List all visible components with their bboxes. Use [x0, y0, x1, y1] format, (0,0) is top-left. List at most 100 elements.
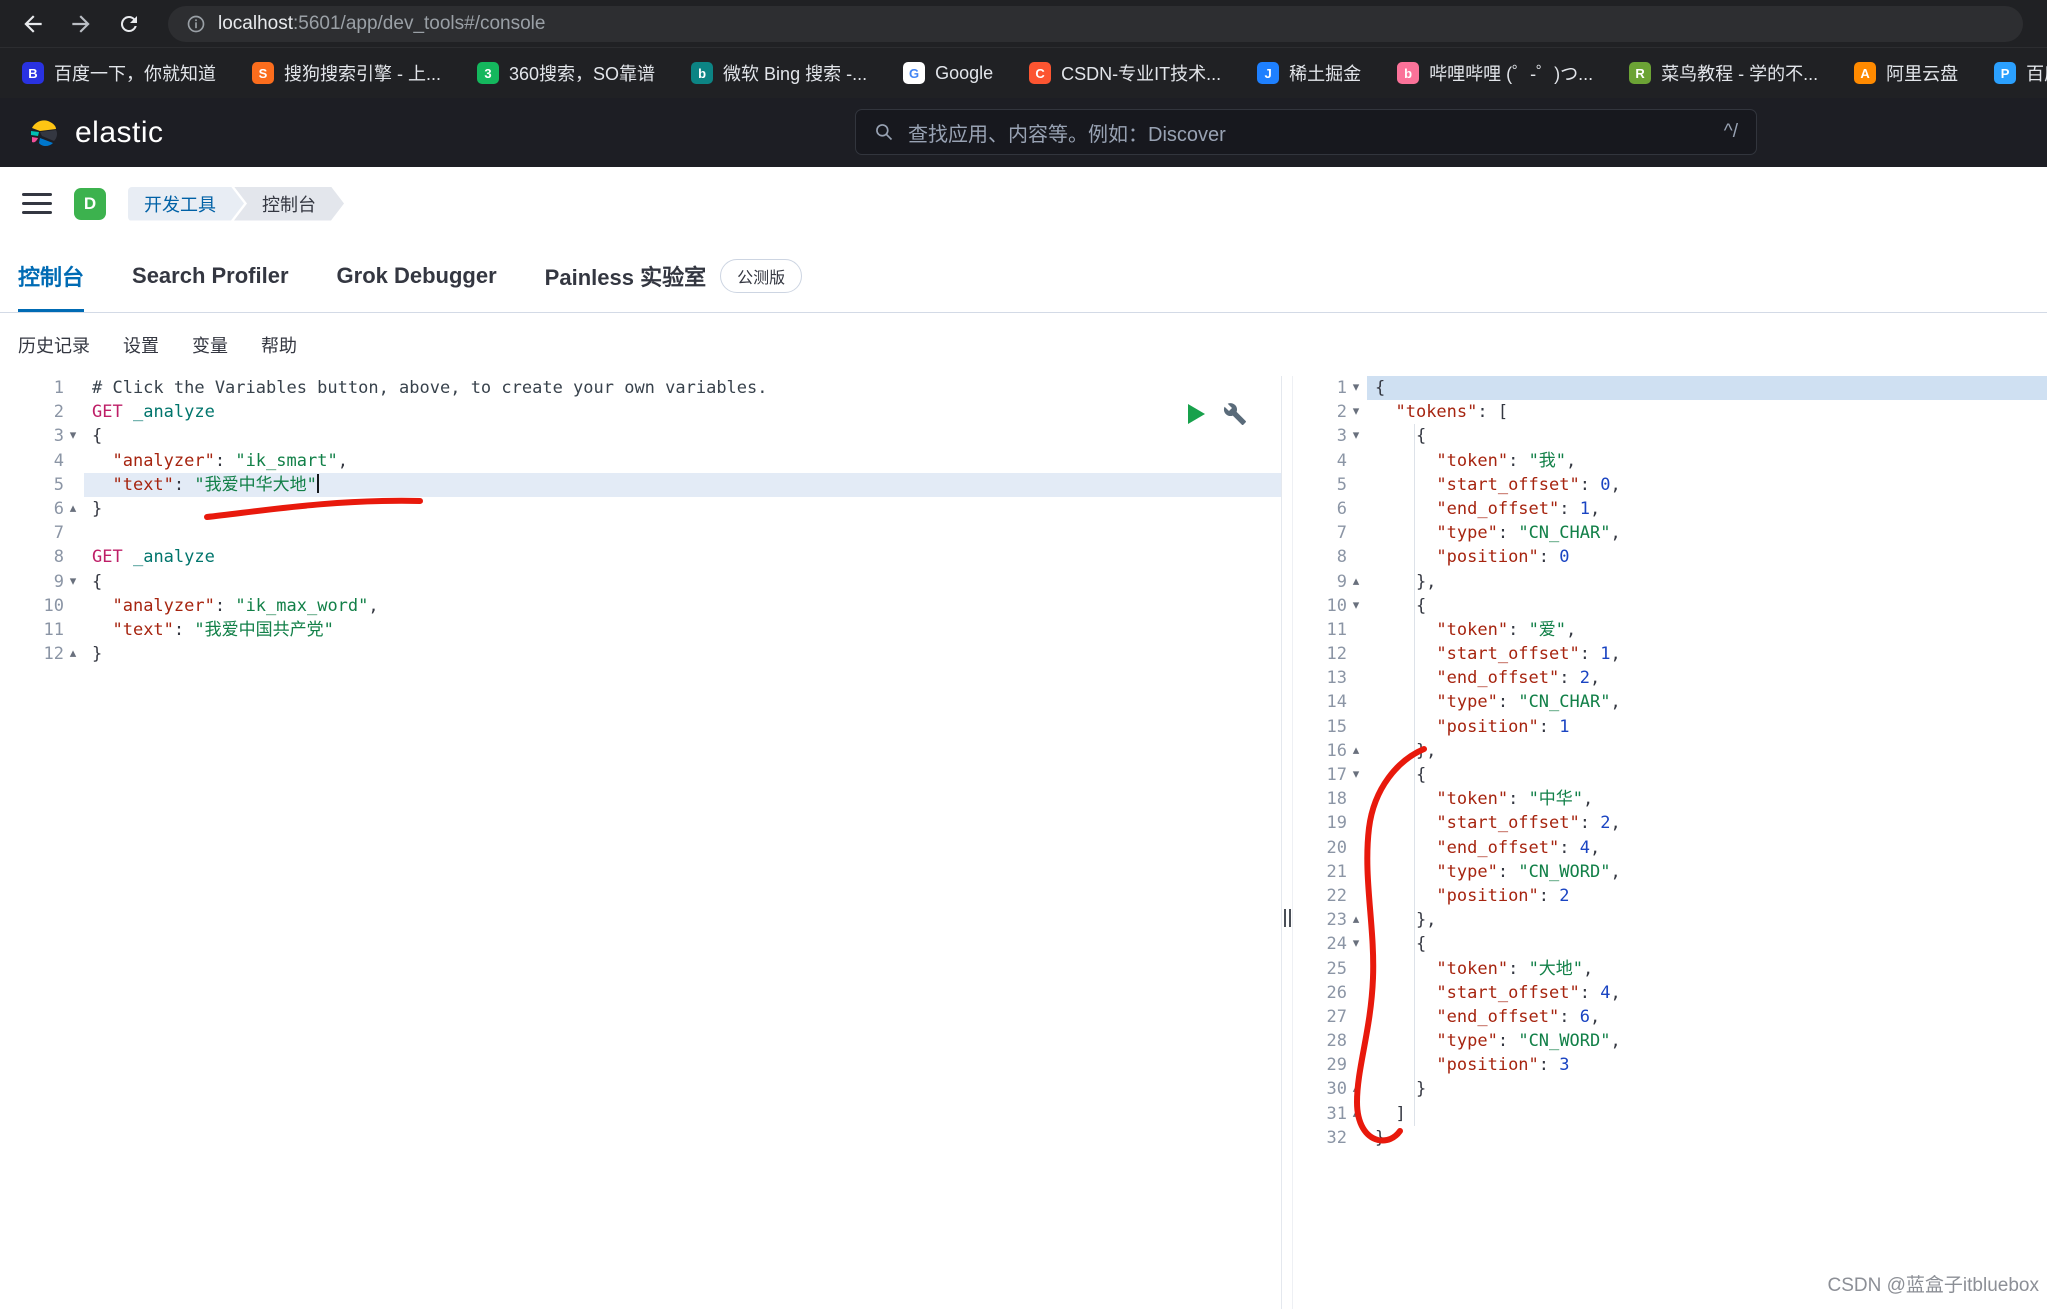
code-text[interactable]: # Click the Variables button, above, to …	[84, 376, 1281, 400]
toolbar-help[interactable]: 帮助	[261, 332, 297, 358]
tab-painless-lab[interactable]: Painless 实验室公测版	[545, 240, 802, 312]
code-line[interactable]: 9▾{	[0, 570, 1281, 594]
gutter: 13	[1293, 666, 1367, 690]
space-badge[interactable]: D	[74, 188, 106, 220]
fold-toggle-icon[interactable]: ▴	[1347, 908, 1365, 932]
bookmark-item[interactable]: b微软 Bing 搜索 -...	[691, 60, 867, 86]
toolbar-history[interactable]: 历史记录	[18, 332, 90, 358]
code-text[interactable]: "analyzer": "ik_smart",	[84, 449, 1281, 473]
fold-toggle-icon[interactable]: ▾	[1347, 424, 1365, 448]
code-text[interactable]: "text": "我爱中华大地"	[84, 473, 1281, 497]
gutter: 8	[0, 545, 84, 569]
play-icon	[1188, 404, 1205, 424]
tab-search-profiler[interactable]: Search Profiler	[132, 240, 289, 312]
code-text[interactable]: GET _analyze	[84, 545, 1281, 569]
fold-toggle-icon[interactable]: ▾	[1347, 763, 1365, 787]
code-line[interactable]: 12▴}	[0, 642, 1281, 666]
breadcrumb-item[interactable]: 开发工具	[128, 187, 244, 221]
code-line[interactable]: 10 "analyzer": "ik_max_word",	[0, 594, 1281, 618]
forward-button[interactable]	[62, 5, 100, 43]
gutter: 29	[1293, 1053, 1367, 1077]
beta-badge: 公测版	[720, 259, 802, 293]
code-text: {	[1367, 763, 2047, 787]
code-text[interactable]: {	[84, 424, 1281, 448]
breadcrumb: 开发工具控制台	[128, 187, 344, 221]
fold-toggle-icon[interactable]: ▾	[1347, 400, 1365, 424]
fold-toggle-icon[interactable]: ▴	[1347, 1102, 1365, 1126]
breadcrumb-item[interactable]: 控制台	[234, 187, 344, 221]
line-number: 23	[1293, 908, 1347, 932]
fold-toggle-icon[interactable]: ▾	[64, 424, 82, 448]
panel-resizer[interactable]	[1281, 376, 1293, 1309]
fold-toggle-icon[interactable]: ▾	[64, 570, 82, 594]
tab-label: Grok Debugger	[337, 263, 497, 289]
code-text[interactable]: }	[84, 497, 1281, 521]
code-line: 31▴ ]	[1293, 1102, 2047, 1126]
address-bar[interactable]: localhost:5601/app/dev_tools#/console	[168, 6, 2023, 42]
tab-grok-debugger[interactable]: Grok Debugger	[337, 240, 497, 312]
fold-toggle-icon[interactable]: ▴	[64, 497, 82, 521]
line-number: 18	[1293, 787, 1347, 811]
fold-toggle-icon[interactable]: ▴	[64, 642, 82, 666]
fold-toggle-icon[interactable]: ▴	[1347, 570, 1365, 594]
bookmark-item[interactable]: GGoogle	[903, 62, 993, 84]
tab-console[interactable]: 控制台	[18, 240, 84, 312]
code-text: "position": 3	[1367, 1053, 2047, 1077]
code-line[interactable]: 6▴}	[0, 497, 1281, 521]
fold-toggle-icon[interactable]: ▴	[1347, 1077, 1365, 1101]
code-text[interactable]: GET _analyze	[84, 400, 1281, 424]
bookmark-item[interactable]: B百度一下，你就知道	[22, 60, 216, 86]
code-line[interactable]: 7	[0, 521, 1281, 545]
line-number: 31	[1293, 1102, 1347, 1126]
toolbar-settings[interactable]: 设置	[123, 332, 159, 358]
bookmark-item[interactable]: P百度网盘	[1994, 60, 2047, 86]
fold-toggle-icon[interactable]: ▾	[1347, 932, 1365, 956]
code-line[interactable]: 3▾{	[0, 424, 1281, 448]
code-line[interactable]: 4 "analyzer": "ik_smart",	[0, 449, 1281, 473]
line-number: 21	[1293, 860, 1347, 884]
gutter: 15	[1293, 715, 1367, 739]
request-editor-panel[interactable]: 1# Click the Variables button, above, to…	[0, 376, 1281, 1309]
reload-button[interactable]	[110, 5, 148, 43]
bookmark-item[interactable]: R菜鸟教程 - 学的不...	[1629, 60, 1818, 86]
global-search-input[interactable]: 查找应用、内容等。例如：Discover ^/	[855, 109, 1757, 155]
gutter: 9▾	[0, 570, 84, 594]
code-text[interactable]	[84, 521, 1281, 545]
bookmark-item[interactable]: CCSDN-专业IT技术...	[1029, 60, 1221, 86]
code-text[interactable]: "text": "我爱中国共产党"	[84, 618, 1281, 642]
console-toolbar: 历史记录 设置 变量 帮助	[0, 313, 2047, 376]
gutter: 20	[1293, 836, 1367, 860]
bookmarks-bar: B百度一下，你就知道 S搜狗搜索引擎 - 上... 3360搜索，SO靠谱 b微软 B…	[0, 47, 2047, 98]
code-line[interactable]: 8GET _analyze	[0, 545, 1281, 569]
code-text: {	[1367, 594, 2047, 618]
bookmark-item[interactable]: J稀土掘金	[1257, 60, 1361, 86]
toolbar-variables[interactable]: 变量	[192, 332, 228, 358]
menu-hamburger-icon[interactable]	[22, 193, 52, 214]
line-number: 3	[0, 424, 64, 448]
gutter: 6	[1293, 497, 1367, 521]
code-text: "end_offset": 6,	[1367, 1005, 2047, 1029]
code-line[interactable]: 1# Click the Variables button, above, to…	[0, 376, 1281, 400]
code-line[interactable]: 11 "text": "我爱中国共产党"	[0, 618, 1281, 642]
bookmark-item[interactable]: A阿里云盘	[1854, 60, 1958, 86]
elastic-brand[interactable]: elastic	[26, 115, 164, 151]
code-line: 6 "end_offset": 1,	[1293, 497, 2047, 521]
code-line[interactable]: 2GET _analyze	[0, 400, 1281, 424]
line-number: 7	[0, 521, 64, 545]
fold-toggle-icon[interactable]: ▾	[1347, 594, 1365, 618]
code-text: {	[1367, 424, 2047, 448]
wrench-icon[interactable]	[1223, 402, 1247, 426]
fold-toggle-icon[interactable]: ▾	[1347, 376, 1365, 400]
search-shortcut-hint: ^/	[1724, 121, 1738, 143]
fold-toggle-icon[interactable]: ▴	[1347, 739, 1365, 763]
code-text[interactable]: {	[84, 570, 1281, 594]
code-text[interactable]: "analyzer": "ik_max_word",	[84, 594, 1281, 618]
back-button[interactable]	[14, 5, 52, 43]
gutter: 3▾	[1293, 424, 1367, 448]
bookmark-item[interactable]: b哔哩哔哩 (゜-゜)つ...	[1397, 60, 1593, 86]
send-request-button[interactable]	[1185, 403, 1207, 425]
code-line[interactable]: 5 "text": "我爱中华大地"	[0, 473, 1281, 497]
code-text[interactable]: }	[84, 642, 1281, 666]
bookmark-item[interactable]: 3360搜索，SO靠谱	[477, 60, 655, 86]
bookmark-item[interactable]: S搜狗搜索引擎 - 上...	[252, 60, 441, 86]
